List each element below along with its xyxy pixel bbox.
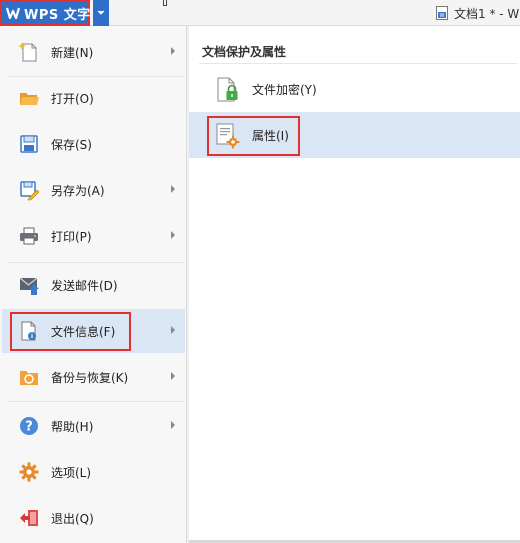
submenu-arrow-icon bbox=[171, 47, 175, 55]
menu-item-backup[interactable]: 备份与恢复(K) bbox=[2, 355, 185, 399]
panel-divider bbox=[199, 63, 517, 64]
chevron-down-icon bbox=[97, 10, 105, 15]
help-icon: ? bbox=[18, 415, 40, 437]
menu-item-exit[interactable]: 退出(Q) bbox=[2, 496, 185, 540]
menu-item-label: 新建(N) bbox=[51, 45, 94, 60]
file-info-panel: 文档保护及属性 文件加密(Y) 属性(I) bbox=[189, 26, 520, 540]
panel-item-encrypt[interactable]: 文件加密(Y) bbox=[189, 66, 520, 112]
save-as-icon bbox=[18, 179, 40, 201]
menu-item-label: 备份与恢复(K) bbox=[51, 370, 129, 385]
svg-text:W: W bbox=[440, 13, 445, 19]
menu-item-label: 保存(S) bbox=[51, 137, 92, 152]
submenu-arrow-icon bbox=[171, 372, 175, 380]
menu-item-save-as[interactable]: 另存为(A) bbox=[2, 168, 185, 212]
panel-item-properties[interactable]: 属性(I) bbox=[189, 112, 520, 158]
document-tab-label: 文档1 * - W bbox=[454, 6, 520, 21]
panel-title: 文档保护及属性 bbox=[202, 45, 287, 59]
open-folder-icon bbox=[18, 87, 40, 109]
submenu-arrow-icon bbox=[171, 185, 175, 193]
properties-icon bbox=[215, 122, 241, 150]
app-menu-dropdown-button[interactable] bbox=[93, 0, 109, 26]
exit-icon bbox=[18, 507, 40, 529]
menu-item-label: 打印(P) bbox=[51, 229, 92, 244]
submenu-arrow-icon bbox=[171, 326, 175, 334]
submenu-arrow-icon bbox=[171, 231, 175, 239]
menu-item-new[interactable]: 新建(N) bbox=[2, 30, 185, 74]
file-menu: 新建(N) 打开(O) 保存(S) 另存为(A) 打印(P) 发送邮件(D) 文… bbox=[0, 26, 187, 543]
menu-item-open[interactable]: 打开(O) bbox=[2, 76, 185, 120]
text-cursor-marker bbox=[163, 0, 167, 6]
panel-item-label: 属性(I) bbox=[252, 128, 289, 143]
menu-item-print[interactable]: 打印(P) bbox=[2, 214, 185, 258]
file-info-icon bbox=[18, 320, 40, 342]
menu-item-help[interactable]: ? 帮助(H) bbox=[2, 404, 185, 448]
menu-item-file-info[interactable]: 文件信息(F) bbox=[2, 309, 185, 353]
mail-icon bbox=[18, 274, 40, 296]
wps-app-menu-button[interactable]: WPS 文字 bbox=[0, 0, 90, 26]
menu-item-label: 退出(Q) bbox=[51, 511, 94, 526]
menu-item-label: 发送邮件(D) bbox=[51, 278, 118, 293]
menu-item-label: 打开(O) bbox=[51, 91, 94, 106]
wps-app-menu-label: WPS 文字 bbox=[24, 7, 91, 23]
submenu-arrow-icon bbox=[171, 421, 175, 429]
menu-item-label: 选项(L) bbox=[51, 465, 92, 480]
printer-icon bbox=[18, 225, 40, 247]
save-icon bbox=[18, 133, 40, 155]
encrypt-document-icon bbox=[215, 76, 241, 104]
menu-item-label: 帮助(H) bbox=[51, 419, 94, 434]
menu-item-send-mail[interactable]: 发送邮件(D) bbox=[2, 263, 185, 307]
menu-divider bbox=[8, 401, 184, 402]
wps-logo-icon bbox=[6, 6, 20, 20]
menu-item-options[interactable]: 选项(L) bbox=[2, 450, 185, 494]
backup-folder-icon bbox=[18, 366, 40, 388]
menu-item-save[interactable]: 保存(S) bbox=[2, 122, 185, 166]
document-tab-icon: W bbox=[436, 6, 448, 20]
menu-item-label: 文件信息(F) bbox=[51, 324, 116, 339]
svg-text:?: ? bbox=[25, 420, 33, 435]
menu-item-label: 另存为(A) bbox=[51, 183, 105, 198]
document-tab[interactable]: W 文档1 * - W bbox=[436, 4, 519, 22]
new-document-icon bbox=[18, 41, 40, 63]
gear-icon bbox=[18, 461, 40, 483]
panel-item-label: 文件加密(Y) bbox=[252, 82, 317, 97]
title-bar: WPS 文字 W 文档1 * - W bbox=[0, 0, 520, 26]
